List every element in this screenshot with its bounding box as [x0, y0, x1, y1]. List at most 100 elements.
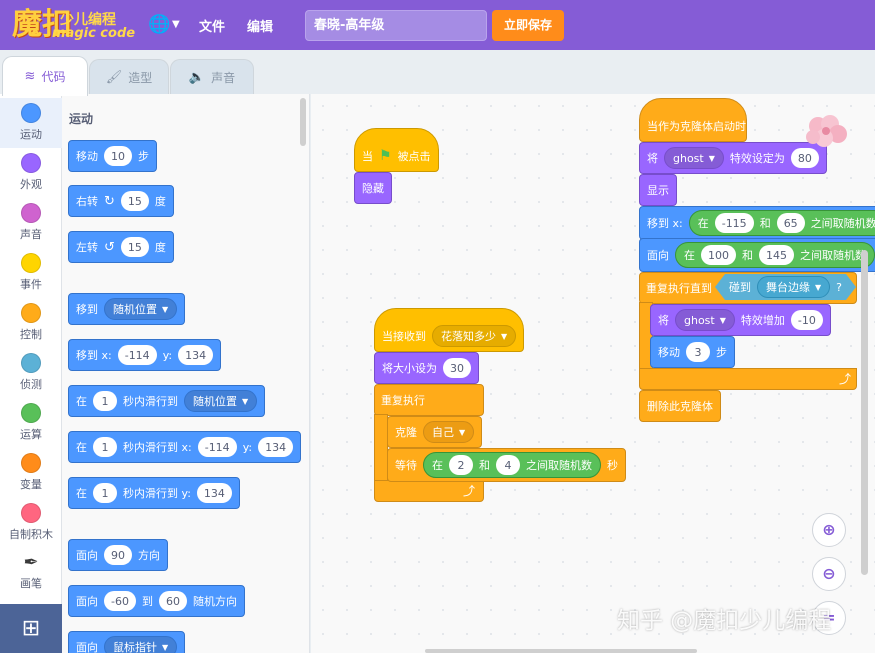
y-input[interactable]: 134 [178, 345, 214, 365]
category-operators[interactable]: 运算 [0, 398, 62, 448]
block-text: 移到 x: [76, 349, 112, 362]
add-extension-button[interactable]: ⊞ [0, 604, 62, 653]
language-menu[interactable]: 🌐 ▼ [148, 14, 184, 36]
random-operator[interactable]: 在 -115 和 65 之间取随机数 [688, 210, 875, 236]
size-input[interactable]: 30 [443, 358, 471, 378]
block-hide[interactable]: 隐藏 [354, 172, 392, 204]
block-goto-xy-random[interactable]: 移到 x: 在 -115 和 65 之间取随机数 [639, 206, 875, 240]
block-text: 将 [658, 314, 669, 327]
block-when-start-as-clone[interactable]: 当作为克隆体启动时 [639, 98, 747, 142]
block-turn-right[interactable]: 右转 ↻ 15 度 [68, 185, 174, 217]
workspace-vertical-scrollbar[interactable] [861, 250, 868, 575]
random-operator[interactable]: 在 100 和 145 之间取随机数 [675, 242, 875, 268]
block-glide-y[interactable]: 在 1 秒内滑行到 y: 134 [68, 477, 240, 509]
category-my-blocks[interactable]: 自制积木 [0, 498, 62, 548]
tab-costumes[interactable]: 🖌 造型 [89, 59, 169, 95]
category-sensing[interactable]: 侦测 [0, 348, 62, 398]
block-change-effect[interactable]: 将 ghost ▼ 特效增加 -10 [650, 304, 831, 336]
touching-target-dropdown[interactable]: 舞台边缘 ▼ [757, 276, 830, 298]
block-delete-clone[interactable]: 删除此克隆体 [639, 390, 721, 422]
x-input[interactable]: -114 [197, 437, 237, 457]
block-point-direction[interactable]: 面向 90 方向 [68, 539, 168, 571]
block-goto-xy[interactable]: 移到 x: -114 y: 134 [68, 339, 222, 371]
to-input[interactable]: 65 [776, 213, 805, 233]
seconds-input[interactable]: 1 [93, 483, 117, 503]
from-input[interactable]: -115 [714, 213, 754, 233]
tab-sounds[interactable]: 🔈 声音 [170, 59, 254, 95]
to-input[interactable]: 60 [158, 591, 187, 611]
effect-dropdown[interactable]: ghost ▼ [675, 309, 735, 331]
block-goto[interactable]: 移到 随机位置 ▼ [68, 293, 186, 325]
random-operator[interactable]: 在 2 和 4 之间取随机数 [423, 452, 601, 478]
zoom-out-button[interactable]: ⊖ [812, 557, 846, 591]
block-point-random[interactable]: 面向 -60 到 60 随机方向 [68, 585, 245, 617]
category-variables[interactable]: 变量 [0, 448, 62, 498]
category-looks[interactable]: 外观 [0, 148, 62, 198]
effect-dropdown[interactable]: ghost ▼ [664, 147, 724, 169]
y-input[interactable]: 134 [196, 483, 232, 503]
seconds-input[interactable]: 1 [93, 437, 117, 457]
block-point-toward[interactable]: 面向 鼠标指针 ▼ [68, 631, 186, 653]
block-show[interactable]: 显示 [639, 174, 677, 206]
block-text: 步 [716, 346, 727, 359]
effect-change-input[interactable]: -10 [790, 310, 823, 330]
goto-target-dropdown[interactable]: 随机位置 ▼ [104, 298, 178, 320]
workspace-horizontal-scrollbar[interactable] [425, 649, 697, 653]
block-glide-to[interactable]: 在 1 秒内滑行到 随机位置 ▼ [68, 385, 266, 417]
watermark: 知乎 @魔扣少儿编程 [617, 608, 832, 634]
point-toward-dropdown[interactable]: 鼠标指针 ▼ [104, 636, 178, 653]
zoom-in-button[interactable]: ⊕ [812, 513, 846, 547]
clone-target-dropdown[interactable]: 自己 ▼ [423, 421, 475, 443]
file-menu[interactable]: 文件 [199, 16, 225, 35]
steps-input[interactable]: 3 [686, 342, 710, 362]
save-now-button[interactable]: 立即保存 [492, 10, 564, 41]
looks-dot [21, 153, 41, 173]
steps-input[interactable]: 10 [104, 146, 132, 166]
block-move-steps[interactable]: 移动 10 步 [68, 140, 157, 172]
seconds-input[interactable]: 1 [93, 391, 117, 411]
block-turn-left[interactable]: 左转 ↺ 15 度 [68, 231, 174, 263]
block-glide-xy[interactable]: 在 1 秒内滑行到 x: -114 y: 134 [68, 431, 302, 463]
logo[interactable]: 魔扣 少儿编程 magic code [12, 6, 135, 44]
block-set-size[interactable]: 将大小设为 30 [374, 352, 479, 384]
degrees-input[interactable]: 15 [120, 191, 149, 211]
category-label: 侦测 [20, 378, 42, 391]
block-move-steps[interactable]: 移动 3 步 [650, 336, 735, 368]
category-sound[interactable]: 声音 [0, 198, 62, 248]
tab-costumes-label: 造型 [128, 71, 153, 85]
palette-scrollbar[interactable] [300, 98, 306, 146]
block-point-direction-random[interactable]: 面向 在 100 和 145 之间取随机数 [639, 238, 875, 272]
from-input[interactable]: 2 [449, 455, 473, 475]
block-text: 在 [76, 395, 87, 408]
block-when-flag-clicked[interactable]: 当 ⚑ 被点击 [354, 128, 439, 172]
sprite-flower-icon[interactable] [800, 112, 852, 152]
glide-target-dropdown[interactable]: 随机位置 ▼ [184, 390, 258, 412]
category-events[interactable]: 事件 [0, 248, 62, 298]
y-input[interactable]: 134 [258, 437, 294, 457]
block-set-effect[interactable]: 将 ghost ▼ 特效设定为 80 [639, 142, 827, 174]
block-text: 当 [362, 150, 373, 163]
category-motion[interactable]: 运动 [0, 98, 62, 148]
from-input[interactable]: 100 [701, 245, 736, 265]
x-input[interactable]: -114 [117, 345, 157, 365]
dropdown-value: 花落知多少 [441, 330, 496, 343]
code-workspace[interactable]: 当 ⚑ 被点击 隐藏 当接收到 花落知多少 ▼ 将大小设为 30 重复执行 ⤴ 克… [311, 94, 875, 653]
block-wait[interactable]: 等待 在 2 和 4 之间取随机数 秒 [387, 448, 626, 482]
block-when-receive[interactable]: 当接收到 花落知多少 ▼ [374, 308, 525, 352]
project-title-input[interactable]: 春晓-高年级 [305, 10, 487, 41]
category-control[interactable]: 控制 [0, 298, 62, 348]
to-input[interactable]: 145 [759, 245, 794, 265]
globe-icon: 🌐 [148, 14, 171, 35]
from-input[interactable]: -60 [104, 591, 136, 611]
block-text: 右转 [76, 195, 98, 208]
degrees-input[interactable]: 15 [120, 237, 149, 257]
tab-code[interactable]: ≋ 代码 [2, 56, 88, 96]
touching-condition[interactable]: 碰到 舞台边缘 ▼ ? [715, 274, 856, 300]
to-input[interactable]: 4 [496, 455, 520, 475]
message-dropdown[interactable]: 花落知多少 ▼ [432, 325, 517, 347]
direction-input[interactable]: 90 [104, 545, 132, 565]
category-pen[interactable]: ✒ 画笔 [0, 548, 62, 598]
block-text: ? [836, 280, 842, 294]
block-create-clone[interactable]: 克隆 自己 ▼ [387, 416, 483, 448]
edit-menu[interactable]: 编辑 [247, 16, 273, 35]
